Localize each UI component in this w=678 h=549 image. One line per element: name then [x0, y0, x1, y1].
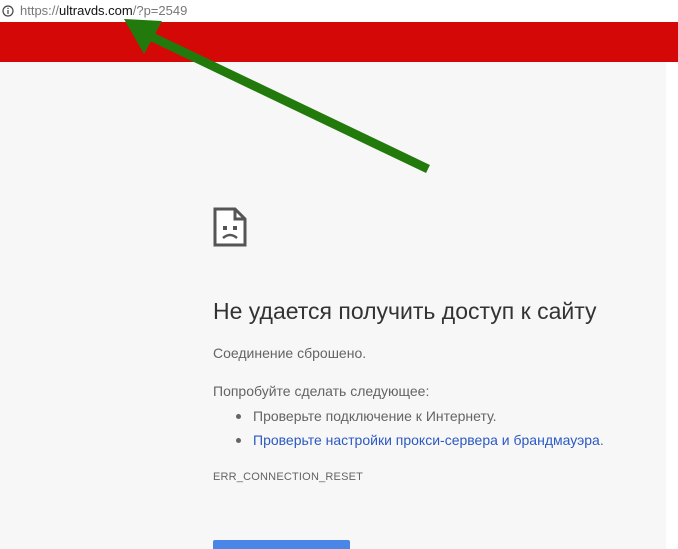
error-code: ERR_CONNECTION_RESET — [213, 471, 364, 483]
url-scheme: https:// — [20, 3, 60, 18]
red-banner — [0, 22, 678, 62]
suggestions-list: Проверьте подключение к Интернету. Прове… — [233, 404, 604, 452]
url-host: ultravds.com — [59, 3, 133, 18]
error-title: Не удается получить доступ к сайту — [213, 298, 597, 324]
url-query: /?p=2549 — [132, 3, 188, 18]
suggestion-text: Проверьте подключение к Интернету. — [253, 408, 497, 424]
reload-button[interactable] — [213, 540, 350, 549]
url-text[interactable]: https://ultravds.com/?p=2549 — [20, 3, 187, 19]
sad-document-icon — [213, 207, 247, 247]
proxy-firewall-link[interactable]: Проверьте настройки прокси-сервера и бра… — [253, 432, 600, 448]
page-edge — [666, 62, 678, 549]
address-bar[interactable]: https://ultravds.com/?p=2549 — [0, 0, 678, 22]
info-icon[interactable] — [2, 5, 14, 17]
suggestions-heading: Попробуйте сделать следующее: — [213, 383, 430, 399]
suggestion-item-check-proxy: Проверьте настройки прокси-сервера и бра… — [233, 428, 604, 452]
suggestion-suffix: . — [599, 432, 604, 448]
error-subtitle: Соединение сброшено. — [213, 345, 367, 361]
suggestion-item-check-connection: Проверьте подключение к Интернету. — [233, 404, 604, 428]
